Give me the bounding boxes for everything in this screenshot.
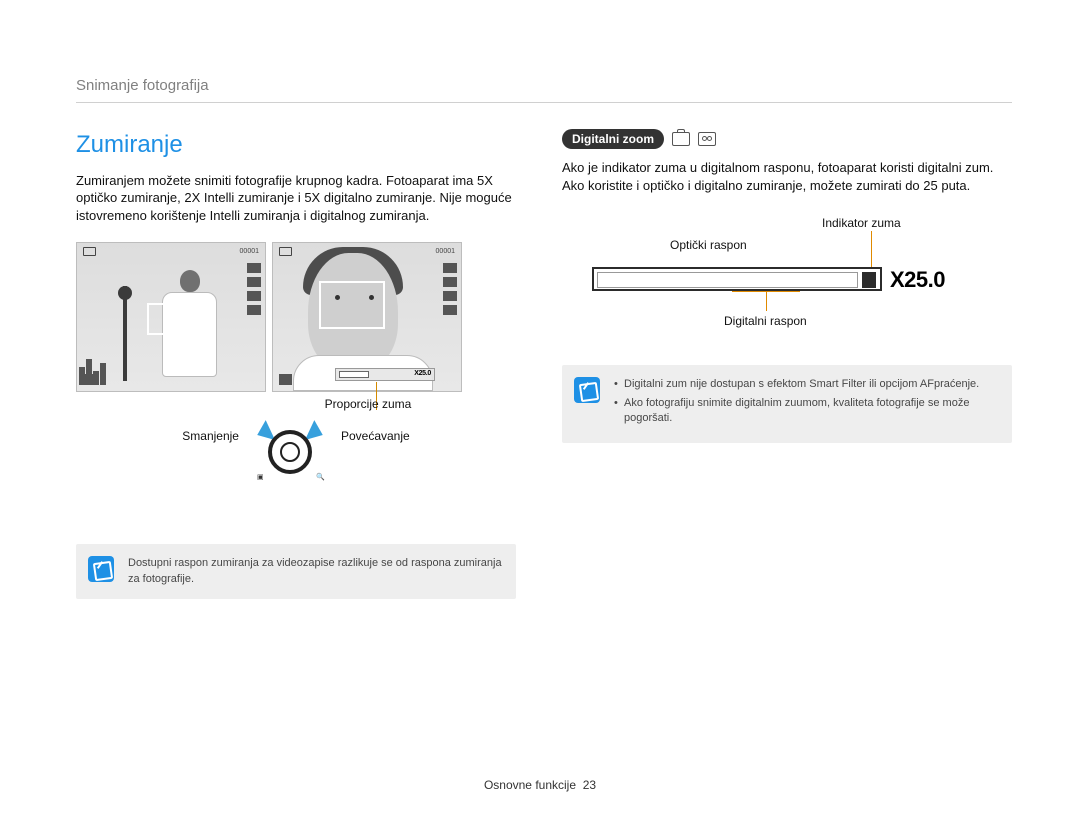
zoom-marker [862,272,876,288]
focus-frame-icon [147,303,191,335]
digital-intro: Ako je indikator zuma u digitalnom raspo… [562,159,1012,194]
frame-counter: 00001 [436,247,455,256]
zoom-value: X25.0 [890,265,945,295]
photo-mode-icon [672,132,690,146]
note-icon [574,377,600,403]
focus-frame-icon [319,281,385,329]
zoom-dial-icon: ▣ 🔍 [257,422,323,478]
label-zoom-out: Smanjenje [182,422,239,444]
label-optical-range: Optički raspon [670,237,747,253]
page-footer: Osnovne funkcije 23 [0,777,1080,793]
zoom-range-diagram: Indikator zuma Optički raspon X25.0 Digi… [592,215,962,335]
frame-counter: 00001 [240,247,259,256]
callout-line [871,231,872,267]
note-icon [88,556,114,582]
note-box: Dostupni raspon zumiranja za videozapise… [76,544,516,599]
example-screenshots: 00001 [76,242,516,392]
note-text: Dostupni raspon zumiranja za videozapise… [128,556,502,587]
page-title: Zumiranje [76,129,516,161]
label-zoom-proportions: Proporcije zuma [325,396,412,412]
section-divider [76,102,1012,103]
digital-zoom-badge: Digitalni zoom [562,129,664,149]
label-indicator: Indikator zuma [822,215,901,231]
note-box: Digitalni zum nije dostupan s efektom Sm… [562,365,1012,443]
camera-icon [83,247,96,256]
screenshot-zoomed: 00001 X25.0 [272,242,462,392]
zoom-bar [592,267,882,291]
intro-paragraph: Zumiranjem možete snimiti fotografije kr… [76,172,516,225]
label-digital-range: Digitalni raspon [724,313,807,329]
screenshot-wide: 00001 [76,242,266,392]
note-item: Ako fotografiju snimite digitalnim zuumo… [614,396,998,427]
note-item: Digitalni zum nije dostupan s efektom Sm… [614,377,998,392]
camera-icon [279,247,292,256]
breadcrumb: Snimanje fotografija [76,76,1012,96]
zoom-bar-overlay: X25.0 [335,368,435,381]
callout-line [766,291,767,311]
scene-mode-icon [698,132,716,146]
label-zoom-in: Povećavanje [341,422,410,444]
